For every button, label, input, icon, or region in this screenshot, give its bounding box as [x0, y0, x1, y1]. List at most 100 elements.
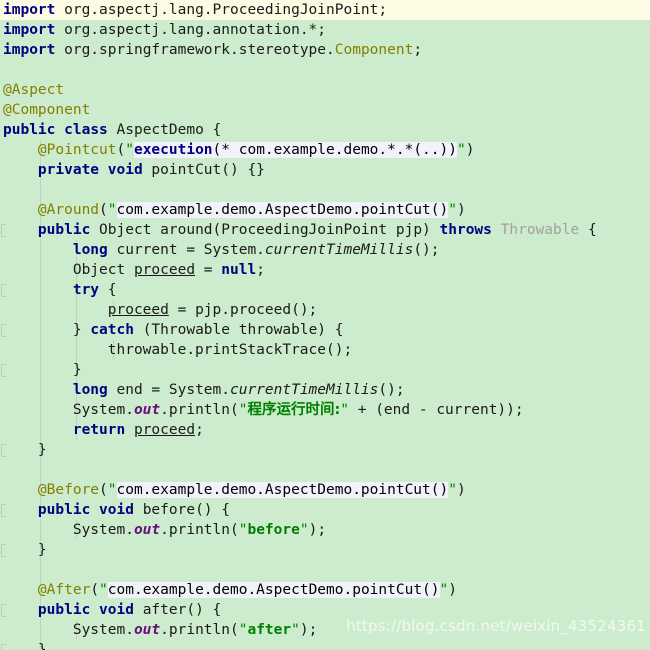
- code-token: ): [456, 482, 466, 498]
- code-line[interactable]: proceed = pjp.proceed();: [0, 300, 650, 320]
- code-token: ": [448, 482, 457, 498]
- code-token: ": [439, 582, 449, 598]
- code-line[interactable]: System.out.println("程序运行时间:" + (end - cu…: [0, 400, 650, 420]
- code-token: ": [125, 142, 134, 158]
- code-line[interactable]: return proceed;: [0, 420, 650, 440]
- code-line[interactable]: public void before() {: [0, 500, 650, 520]
- code-token: (: [99, 482, 108, 498]
- code-line[interactable]: [0, 460, 650, 480]
- code-token: before() {: [133, 502, 230, 518]
- code-token: org.springframework.stereotype.: [55, 42, 335, 58]
- code-token: ": [448, 202, 457, 218]
- code-token: (* com.example.demo.*.*(..)): [212, 142, 457, 158]
- code-token: import: [3, 22, 56, 38]
- code-line[interactable]: private void pointCut() {}: [0, 160, 650, 180]
- code-line[interactable]: [0, 60, 650, 80]
- code-token: currentTimeMillis: [264, 242, 414, 258]
- code-token: ): [465, 142, 475, 158]
- code-token: after() {: [133, 602, 222, 618]
- code-line[interactable]: [0, 560, 650, 580]
- code-token: ;: [413, 42, 423, 58]
- code-line[interactable]: Object proceed = null;: [0, 260, 650, 280]
- code-editor[interactable]: import org.aspectj.lang.ProceedingJoinPo…: [0, 0, 650, 650]
- code-line[interactable]: throwable.printStackTrace();: [0, 340, 650, 360]
- code-line[interactable]: long current = System.currentTimeMillis(…: [0, 240, 650, 260]
- code-token: throwable.printStackTrace();: [3, 342, 353, 358]
- code-token: out: [133, 522, 161, 538]
- code-token: void: [107, 162, 143, 178]
- code-line[interactable]: long end = System.currentTimeMillis();: [0, 380, 650, 400]
- code-token: before: [247, 522, 300, 538]
- code-line[interactable]: @Before("com.example.demo.AspectDemo.poi…: [0, 480, 650, 500]
- code-token: }: [3, 642, 47, 650]
- code-token: = pjp.proceed();: [168, 302, 318, 318]
- code-token: ": [107, 482, 117, 498]
- code-line[interactable]: }: [0, 540, 650, 560]
- code-token: pointCut() {}: [142, 162, 265, 178]
- code-token: void: [99, 502, 134, 518]
- code-line[interactable]: } catch (Throwable throwable) {: [0, 320, 650, 340]
- code-token: {: [99, 282, 117, 298]
- code-token: long: [72, 382, 108, 398]
- code-token: ": [340, 402, 350, 418]
- code-token: ;: [195, 422, 204, 438]
- code-line[interactable]: [0, 180, 650, 200]
- code-token: Object: [3, 262, 134, 278]
- code-line[interactable]: @Aspect: [0, 80, 650, 100]
- code-line[interactable]: System.out.println("after");: [0, 620, 650, 640]
- code-token: =: [195, 262, 222, 278]
- code-line[interactable]: public void after() {: [0, 600, 650, 620]
- code-token: current = System.: [107, 242, 265, 258]
- code-line[interactable]: }: [0, 440, 650, 460]
- code-token: Throwable: [500, 222, 580, 238]
- code-line[interactable]: import org.springframework.stereotype.Co…: [0, 40, 650, 60]
- code-line[interactable]: @Component: [0, 100, 650, 120]
- code-token: out: [133, 402, 161, 418]
- code-token: }: [3, 362, 82, 378]
- code-line[interactable]: }: [0, 640, 650, 650]
- code-token: ": [291, 622, 300, 638]
- code-line[interactable]: System.out.println("before");: [0, 520, 650, 540]
- code-line[interactable]: @Around("com.example.demo.AspectDemo.poi…: [0, 200, 650, 220]
- code-token: .println(: [160, 402, 239, 418]
- code-token: System.: [3, 522, 134, 538]
- code-line[interactable]: import org.aspectj.lang.annotation.*;: [0, 20, 650, 40]
- code-token: @After: [37, 582, 91, 598]
- code-token: proceed: [107, 302, 169, 318]
- code-token: com.example.demo.AspectDemo.pointCut(): [116, 482, 449, 498]
- code-line[interactable]: @After("com.example.demo.AspectDemo.poin…: [0, 580, 650, 600]
- code-line[interactable]: @Pointcut("execution(* com.example.demo.…: [0, 140, 650, 160]
- code-token: .println(: [160, 522, 239, 538]
- code-token: import: [3, 2, 56, 18]
- code-line[interactable]: import org.aspectj.lang.ProceedingJoinPo…: [0, 0, 650, 20]
- code-token: throws: [439, 222, 492, 238]
- code-line[interactable]: public Object around(ProceedingJoinPoint…: [0, 220, 650, 240]
- code-token: after: [247, 622, 292, 638]
- code-token: return: [72, 422, 126, 438]
- code-token: @Aspect: [3, 82, 65, 98]
- code-line[interactable]: try {: [0, 280, 650, 300]
- code-token: + (end - current));: [349, 402, 524, 418]
- code-token: Component: [334, 42, 414, 58]
- code-token: ): [448, 582, 457, 598]
- code-token: public: [3, 122, 56, 138]
- code-line[interactable]: }: [0, 360, 650, 380]
- code-token: try: [72, 282, 100, 298]
- code-line[interactable]: public class AspectDemo {: [0, 120, 650, 140]
- code-token: null: [221, 262, 257, 278]
- code-token: );: [308, 522, 327, 538]
- source-code-view[interactable]: import org.aspectj.lang.ProceedingJoinPo…: [0, 0, 650, 650]
- code-token: ": [107, 202, 117, 218]
- code-token: com.example.demo.AspectDemo.pointCut(): [116, 202, 449, 218]
- code-token: currentTimeMillis: [229, 382, 379, 398]
